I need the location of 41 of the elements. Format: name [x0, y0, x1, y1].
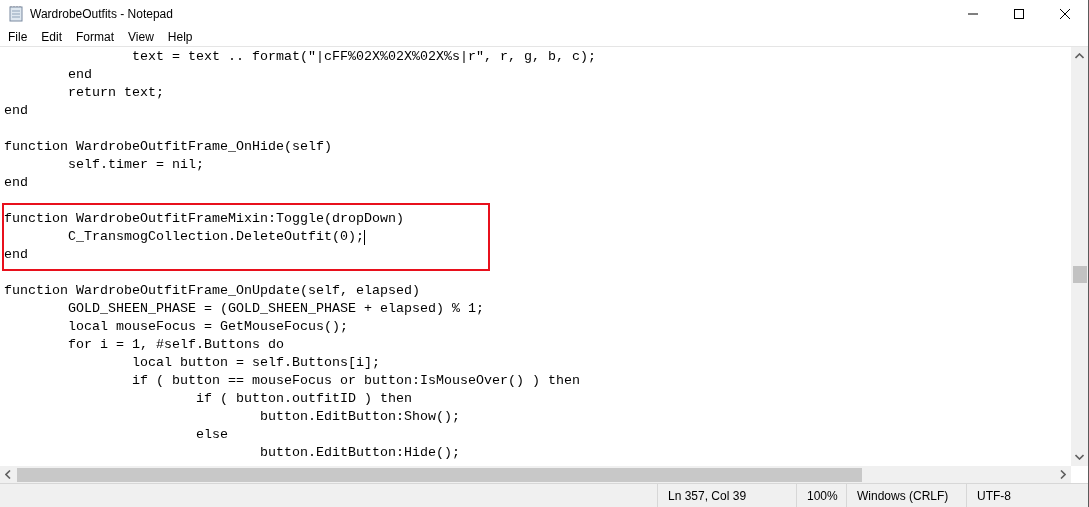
code-line: function WardrobeOutfitFrame_OnHide(self) — [4, 138, 332, 156]
code-line: local mouseFocus = GetMouseFocus(); — [67, 318, 348, 336]
code-line: end — [4, 102, 28, 120]
code-line: local button = self.Buttons[i]; — [131, 354, 380, 372]
code-line: text = text .. format("|cFF%02X%02X%02X%s|r", r, g, b, c); — [131, 48, 596, 66]
status-text: Windows (CRLF) — [846, 484, 966, 507]
horizontal-scrollbar[interactable] — [0, 466, 1071, 483]
code-line: if ( button == mouseFocus or button:IsMouseOver() ) then — [131, 372, 580, 390]
notepad-icon — [8, 5, 24, 22]
menu-item[interactable]: View — [121, 27, 161, 46]
code-line: if ( button.outfitID ) then — [194, 390, 412, 408]
scrollbar-thumb[interactable] — [17, 467, 862, 482]
window-title: WardrobeOutfits - Notepad — [30, 5, 173, 23]
code-line: GOLD_SHEEN_PHASE = (GOLD_SHEEN_PHASE + elapsed) % 1; — [67, 300, 484, 318]
code-line: function WardrobeOutfitFrameMixin:Toggle(dropDown) — [4, 210, 404, 228]
code-line: button.EditButton:Hide(); — [258, 444, 460, 462]
scroll-up-icon[interactable] — [1075, 53, 1084, 59]
code-line: end — [4, 246, 28, 264]
maximize-icon — [1014, 8, 1024, 19]
status-text: Ln 357, Col 39 — [657, 484, 796, 507]
code-line: self.timer = nil; — [67, 156, 204, 174]
menu-item[interactable]: File — [1, 27, 35, 46]
status-text: 100% — [796, 484, 846, 507]
code-line: end — [67, 66, 92, 84]
scrollbar-thumb[interactable] — [1072, 266, 1087, 283]
menu-item[interactable]: Edit — [34, 27, 70, 46]
code-line: button.EditButton:Show(); — [258, 408, 460, 426]
menu-item[interactable]: Help — [160, 27, 200, 46]
code-line: else — [194, 426, 228, 444]
code-line: for i = 1, #self.Buttons do — [67, 336, 284, 354]
close-icon — [1060, 8, 1070, 19]
scroll-left-icon[interactable] — [5, 470, 11, 479]
vertical-scrollbar[interactable] — [1071, 47, 1088, 466]
menu-item[interactable]: Format — [69, 27, 122, 46]
scroll-down-icon[interactable] — [1075, 454, 1084, 460]
code-line: return text; — [67, 84, 164, 102]
scroll-right-icon[interactable] — [1060, 470, 1066, 479]
status-text: UTF-8 — [966, 484, 1076, 507]
code-line: function WardrobeOutfitFrame_OnUpdate(self, elapsed) — [4, 282, 420, 300]
code-line: C_TransmogCollection.DeleteOutfit(0); — [67, 228, 364, 246]
code-line: end — [4, 174, 28, 192]
